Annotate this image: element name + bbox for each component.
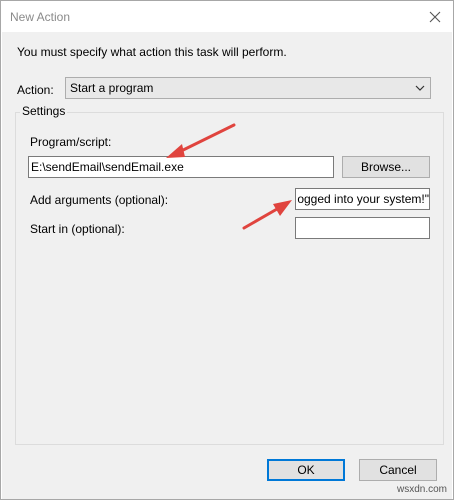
settings-group-title: Settings [20,104,68,118]
close-icon [429,11,441,23]
new-action-dialog: New Action You must specify what action … [0,0,454,500]
watermark-text: wsxdn.com [396,484,447,495]
start-in-input[interactable] [295,217,430,239]
title-bar[interactable]: New Action [1,1,453,32]
browse-button[interactable]: Browse... [342,156,430,178]
arguments-input[interactable]: ogged into your system!" [295,188,430,210]
start-in-label: Start in (optional): [30,222,125,236]
arguments-input-value: ogged into your system!" [297,192,429,206]
settings-group: Settings Program/script: E:\sendEmail\se… [15,104,444,445]
instruction-text: You must specify what action this task w… [17,45,287,59]
action-select[interactable]: Start a program [65,77,431,99]
arguments-label: Add arguments (optional): [30,193,169,207]
program-script-label: Program/script: [30,135,112,149]
chevron-down-icon [415,85,425,91]
window-title: New Action [10,10,71,24]
cancel-button[interactable]: Cancel [359,459,437,481]
program-script-input[interactable]: E:\sendEmail\sendEmail.exe [28,156,334,178]
dialog-footer: OK Cancel [2,450,452,499]
action-label: Action: [17,83,54,97]
dialog-content: You must specify what action this task w… [2,32,452,450]
close-button[interactable] [421,4,449,30]
ok-button[interactable]: OK [267,459,345,481]
action-selected-value: Start a program [70,81,154,95]
